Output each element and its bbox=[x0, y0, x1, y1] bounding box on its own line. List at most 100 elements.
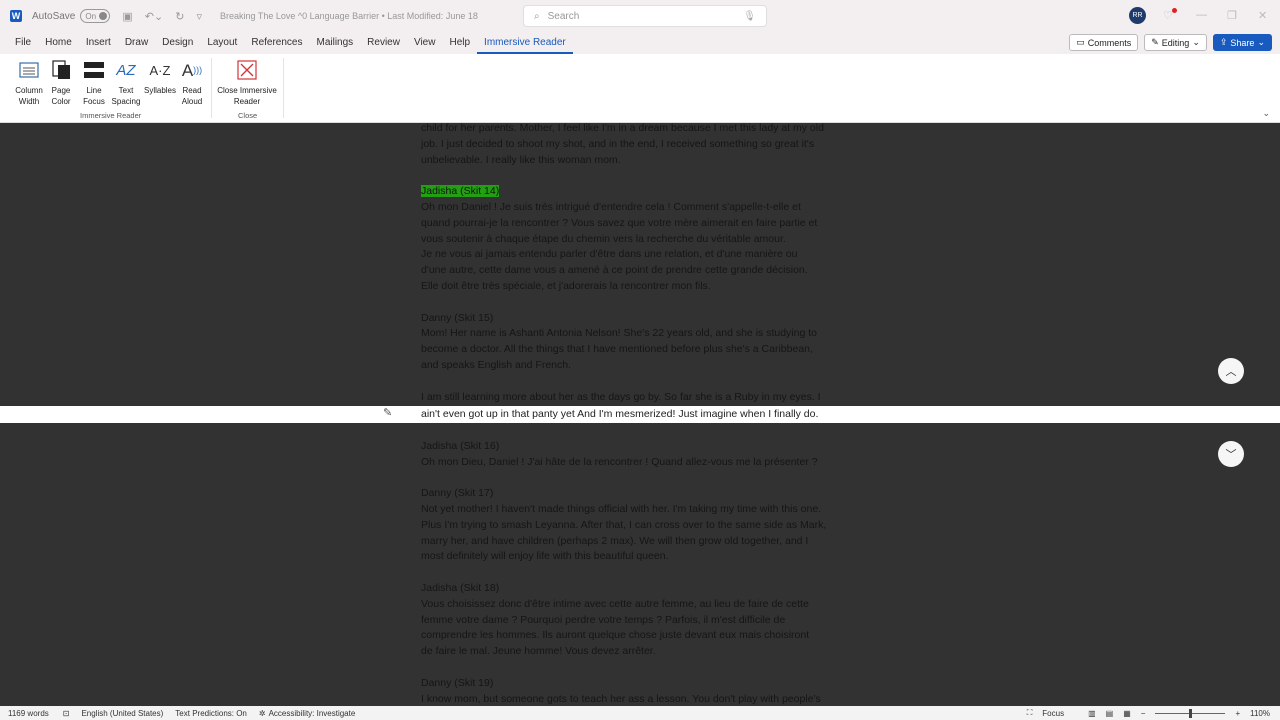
accessibility-status[interactable]: Accessibility: Investigate bbox=[269, 709, 356, 718]
share-button[interactable]: ⇪ Share ⌄ bbox=[1212, 34, 1272, 51]
search-box[interactable]: ⌕ Search 🎙 bbox=[523, 5, 767, 27]
tab-file[interactable]: File bbox=[8, 32, 38, 54]
editing-mode-button[interactable]: ✎ Editing ⌄ bbox=[1144, 34, 1207, 51]
syllables-label: Syllables bbox=[143, 86, 176, 95]
tab-mailings[interactable]: Mailings bbox=[309, 32, 360, 54]
document-line[interactable]: Jadisha (Skit 16) bbox=[421, 439, 861, 455]
document-line[interactable]: Plus I'm trying to smash Leyanna. After … bbox=[421, 518, 861, 534]
document-line[interactable] bbox=[421, 470, 861, 486]
document-line[interactable]: Mom! Her name is Ashanti Antonia Nelson!… bbox=[421, 326, 861, 342]
document-line[interactable] bbox=[421, 374, 861, 390]
scroll-up-button[interactable]: ︿ bbox=[1218, 358, 1244, 384]
document-line[interactable]: Elle doit être très spéciale, et j'adore… bbox=[421, 279, 861, 295]
document-line[interactable] bbox=[421, 295, 861, 311]
web-layout-icon[interactable]: ▦ bbox=[1123, 709, 1131, 718]
pen-cursor-icon: ✎ bbox=[383, 407, 393, 419]
text-predictions-status[interactable]: Text Predictions: On bbox=[175, 709, 247, 718]
document-line[interactable] bbox=[421, 660, 861, 676]
scroll-down-button[interactable]: ﹀ bbox=[1218, 441, 1244, 467]
tab-references[interactable]: References bbox=[244, 32, 309, 54]
document-text-below-focus[interactable]: Jadisha (Skit 16) Oh mon Dieu, Daniel ! J… bbox=[421, 423, 861, 706]
save-icon[interactable]: ▣ bbox=[122, 10, 132, 23]
redo-icon[interactable]: ↻ bbox=[175, 10, 184, 23]
proofing-icon[interactable]: ⊡ bbox=[63, 709, 70, 718]
tab-view[interactable]: View bbox=[407, 32, 443, 54]
document-line[interactable]: marry her, and have children (perhaps 2 … bbox=[421, 534, 861, 550]
document-line[interactable] bbox=[421, 423, 861, 439]
page-color-label2: Color bbox=[51, 97, 71, 106]
document-line[interactable] bbox=[421, 565, 861, 581]
group-label-close: Close bbox=[238, 111, 258, 120]
zoom-out-icon[interactable]: − bbox=[1141, 709, 1146, 718]
tab-insert[interactable]: Insert bbox=[79, 32, 118, 54]
read-mode-icon[interactable]: ▥ bbox=[1088, 709, 1096, 718]
document-line[interactable]: Jadisha (Skit 14) bbox=[421, 184, 861, 200]
text-spacing-button[interactable]: AZ Text Spacing bbox=[110, 58, 142, 107]
close-immersive-reader-button[interactable]: Close Immersive Reader bbox=[214, 58, 280, 107]
group-label-immersive-reader: Immersive Reader bbox=[80, 111, 142, 120]
document-line[interactable]: femme votre dame ? Pourquoi perdre votre… bbox=[421, 613, 861, 629]
undo-icon[interactable]: ↶⌄ bbox=[145, 10, 163, 23]
tab-design[interactable]: Design bbox=[155, 32, 200, 54]
document-line[interactable] bbox=[421, 168, 861, 184]
document-line[interactable]: Je ne vous ai jamais entendu parler d'êt… bbox=[421, 247, 861, 263]
document-canvas[interactable]: child for her parents. Mother, I feel li… bbox=[0, 123, 1280, 706]
collapse-ribbon-icon[interactable]: ⌄ bbox=[1262, 108, 1270, 119]
document-line[interactable]: I know mom, but someone gots to teach he… bbox=[421, 692, 861, 706]
highlighted-heading[interactable]: Jadisha (Skit 14) bbox=[421, 185, 500, 198]
document-line[interactable]: Danny (Skit 19) bbox=[421, 676, 861, 692]
zoom-level[interactable]: 110% bbox=[1250, 709, 1270, 718]
document-text-above-focus[interactable]: child for her parents. Mother, I feel li… bbox=[421, 123, 861, 405]
tab-home[interactable]: Home bbox=[38, 32, 79, 54]
document-line[interactable]: most definitely will enjoy life with thi… bbox=[421, 549, 861, 565]
language-status[interactable]: English (United States) bbox=[81, 709, 163, 718]
close-icon[interactable]: ✕ bbox=[1258, 9, 1267, 22]
tab-help[interactable]: Help bbox=[442, 32, 477, 54]
line-focus-button[interactable]: Line Focus bbox=[78, 58, 110, 107]
document-line[interactable]: Danny (Skit 17) bbox=[421, 486, 861, 502]
document-line[interactable]: job. I just decided to shoot my shot, an… bbox=[421, 137, 861, 153]
customize-qat-icon[interactable]: ▿ bbox=[196, 10, 202, 23]
document-line[interactable]: and speaks English and French. bbox=[421, 358, 861, 374]
document-line[interactable]: de faire le mal. Jeune homme! Vous devez… bbox=[421, 644, 861, 660]
tab-review[interactable]: Review bbox=[360, 32, 407, 54]
document-line[interactable]: d'une autre, cette dame vous a amené à c… bbox=[421, 263, 861, 279]
document-line[interactable]: quand pourrai-je la rencontrer ? Vous sa… bbox=[421, 216, 861, 232]
avatar[interactable]: RR bbox=[1129, 7, 1146, 24]
minimize-icon[interactable]: — bbox=[1196, 9, 1207, 21]
status-bar: 1169 words ⊡ English (United States) Tex… bbox=[0, 706, 1280, 720]
document-line[interactable]: Danny (Skit 15) bbox=[421, 311, 861, 327]
document-line[interactable]: Jadisha (Skit 18) bbox=[421, 581, 861, 597]
autosave-control[interactable]: AutoSave On bbox=[32, 9, 111, 23]
document-line[interactable]: Vous choisissez donc d'être intime avec … bbox=[421, 597, 861, 613]
document-line[interactable]: Oh mon Dieu, Daniel ! J'ai hâte de la re… bbox=[421, 455, 861, 471]
zoom-slider[interactable] bbox=[1155, 708, 1226, 718]
tab-immersive-reader[interactable]: Immersive Reader bbox=[477, 32, 573, 54]
word-count[interactable]: 1169 words bbox=[8, 709, 49, 718]
document-line[interactable]: comprendre les hommes. Ils auront quelqu… bbox=[421, 628, 861, 644]
document-line[interactable]: Oh mon Daniel ! Je suis très intrigué d'… bbox=[421, 200, 861, 216]
focus-mode-button[interactable]: Focus bbox=[1042, 709, 1064, 718]
column-width-button[interactable]: Column Width bbox=[10, 58, 48, 107]
tab-draw[interactable]: Draw bbox=[118, 32, 155, 54]
restore-icon[interactable]: ❐ bbox=[1227, 9, 1237, 22]
document-line[interactable]: vous soutenir à chaque étape du chemin v… bbox=[421, 232, 861, 248]
chevron-up-icon: ︿ bbox=[1225, 366, 1237, 378]
microphone-icon[interactable]: 🎙 bbox=[743, 11, 756, 22]
print-layout-icon[interactable]: ▤ bbox=[1106, 709, 1114, 718]
comments-button[interactable]: ▭ Comments bbox=[1069, 34, 1139, 51]
document-line[interactable]: become a doctor. All the things that I h… bbox=[421, 342, 861, 358]
read-aloud-button[interactable]: A))) Read Aloud bbox=[178, 58, 206, 107]
document-line[interactable]: I am still learning more about her as th… bbox=[421, 390, 861, 406]
autosave-toggle[interactable]: On bbox=[80, 9, 111, 23]
page-color-button[interactable]: Page Color bbox=[46, 58, 76, 107]
document-line[interactable]: child for her parents. Mother, I feel li… bbox=[421, 123, 861, 137]
zoom-in-icon[interactable]: + bbox=[1235, 709, 1240, 718]
syllables-button[interactable]: A·Z Syllables bbox=[143, 58, 177, 96]
document-title[interactable]: Breaking The Love ^0 Language Barrier • … bbox=[220, 11, 478, 21]
zoom-slider-thumb[interactable] bbox=[1189, 708, 1193, 718]
tab-layout[interactable]: Layout bbox=[200, 32, 244, 54]
document-line[interactable]: Not yet mother! I haven't made things of… bbox=[421, 502, 861, 518]
document-line[interactable]: unbelievable. I really like this woman m… bbox=[421, 153, 861, 169]
focused-line[interactable]: ain't even got up in that panty yet And … bbox=[421, 406, 818, 423]
